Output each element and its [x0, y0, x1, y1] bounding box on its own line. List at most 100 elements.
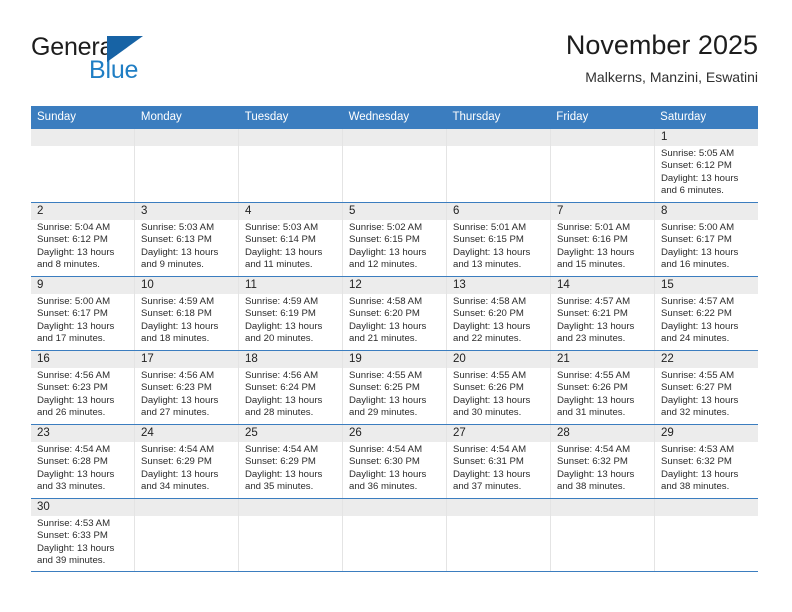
calendar-day-cell[interactable]: 4 Sunrise: 5:03 AM Sunset: 6:14 PM Daylight… — [239, 203, 343, 276]
calendar-day-cell[interactable]: 30 Sunrise: 4:53 AM Sunset: 6:33 PM Dayligh… — [31, 499, 135, 571]
day-detail-line: Daylight: 13 hours — [37, 468, 115, 480]
calendar-day-cell[interactable]: 11 Sunrise: 4:59 AM Sunset: 6:19 PM Dayligh… — [239, 277, 343, 350]
calendar-day-cell[interactable]: 2 Sunrise: 5:04 AM Sunset: 6:12 PM Daylight… — [31, 203, 135, 276]
day-details: Sunrise: 4:55 AM Sunset: 6:25 PM Daylight:… — [343, 368, 446, 420]
day-detail-line: Sunset: 6:31 PM — [453, 456, 524, 468]
calendar-day-cell[interactable]: 20 Sunrise: 4:55 AM Sunset: 6:26 PM Dayligh… — [447, 351, 551, 424]
day-detail-line: and 26 minutes. — [37, 407, 106, 419]
day-detail-line: Daylight: 13 hours — [37, 542, 115, 554]
day-details — [31, 146, 134, 148]
calendar-day-cell[interactable]: 26 Sunrise: 4:54 AM Sunset: 6:30 PM Dayligh… — [343, 425, 447, 498]
day-details — [343, 146, 446, 148]
day-detail-line: Sunrise: 5:03 AM — [141, 222, 215, 233]
day-number: 14 — [551, 277, 654, 294]
calendar-day-cell[interactable]: 14 Sunrise: 4:57 AM Sunset: 6:21 PM Dayligh… — [551, 277, 655, 350]
day-detail-line: Sunrise: 4:58 AM — [453, 296, 527, 307]
day-detail-line: Daylight: 13 hours — [453, 246, 531, 258]
day-number: 15 — [655, 277, 758, 294]
day-detail-line: Sunset: 6:12 PM — [661, 160, 732, 172]
day-detail-line: Sunset: 6:30 PM — [349, 456, 420, 468]
day-details: Sunrise: 4:57 AM Sunset: 6:22 PM Daylight:… — [655, 294, 758, 346]
calendar-day-cell[interactable]: 7 Sunrise: 5:01 AM Sunset: 6:16 PM Daylight… — [551, 203, 655, 276]
day-details: Sunrise: 4:54 AM Sunset: 6:31 PM Daylight:… — [447, 442, 550, 494]
day-number — [447, 499, 550, 516]
calendar-day-cell[interactable]: 6 Sunrise: 5:01 AM Sunset: 6:15 PM Daylight… — [447, 203, 551, 276]
day-detail-line: Sunset: 6:18 PM — [141, 308, 212, 320]
day-details: Sunrise: 4:53 AM Sunset: 6:33 PM Daylight:… — [31, 516, 134, 568]
day-detail-line: Daylight: 13 hours — [661, 468, 739, 480]
day-detail-line: Sunrise: 4:54 AM — [141, 444, 215, 455]
day-detail-line: Sunset: 6:23 PM — [141, 382, 212, 394]
day-detail-line: and 34 minutes. — [141, 481, 210, 493]
day-details: Sunrise: 4:54 AM Sunset: 6:29 PM Daylight:… — [239, 442, 342, 494]
day-detail-line: Sunrise: 4:56 AM — [141, 370, 215, 381]
day-detail-line: Sunset: 6:14 PM — [245, 234, 316, 246]
calendar-day-cell[interactable]: 27 Sunrise: 4:54 AM Sunset: 6:31 PM Dayligh… — [447, 425, 551, 498]
calendar-day-cell[interactable]: 8 Sunrise: 5:00 AM Sunset: 6:17 PM Daylight… — [655, 203, 758, 276]
day-number — [135, 499, 238, 516]
day-number: 26 — [343, 425, 446, 442]
calendar-day-cell[interactable]: 16 Sunrise: 4:56 AM Sunset: 6:23 PM Dayligh… — [31, 351, 135, 424]
calendar-day-cell-empty — [551, 129, 655, 202]
calendar-page: General Blue November 2025 Malkerns, Man… — [0, 0, 792, 612]
calendar-day-cell-empty — [135, 129, 239, 202]
calendar-day-cell[interactable]: 24 Sunrise: 4:54 AM Sunset: 6:29 PM Dayligh… — [135, 425, 239, 498]
day-detail-line: and 36 minutes. — [349, 481, 418, 493]
day-detail-line: and 24 minutes. — [661, 333, 730, 345]
calendar-day-cell[interactable]: 21 Sunrise: 4:55 AM Sunset: 6:26 PM Dayligh… — [551, 351, 655, 424]
day-detail-line: and 17 minutes. — [37, 333, 106, 345]
calendar-day-cell[interactable]: 10 Sunrise: 4:59 AM Sunset: 6:18 PM Dayligh… — [135, 277, 239, 350]
calendar-week-row: 30 Sunrise: 4:53 AM Sunset: 6:33 PM Dayligh… — [31, 498, 758, 572]
day-detail-line: Sunset: 6:25 PM — [349, 382, 420, 394]
calendar-day-cell[interactable]: 1 Sunrise: 5:05 AM Sunset: 6:12 PM Daylight… — [655, 129, 758, 202]
calendar-day-cell[interactable]: 25 Sunrise: 4:54 AM Sunset: 6:29 PM Dayligh… — [239, 425, 343, 498]
day-detail-line: Daylight: 13 hours — [37, 320, 115, 332]
day-details: Sunrise: 5:01 AM Sunset: 6:16 PM Daylight:… — [551, 220, 654, 272]
day-number: 28 — [551, 425, 654, 442]
day-number: 9 — [31, 277, 134, 294]
general-blue-logo[interactable]: General Blue — [31, 34, 251, 92]
day-details — [343, 516, 446, 518]
calendar-day-cell[interactable]: 12 Sunrise: 4:58 AM Sunset: 6:20 PM Dayligh… — [343, 277, 447, 350]
day-number: 21 — [551, 351, 654, 368]
day-detail-line: Daylight: 13 hours — [349, 394, 427, 406]
calendar-day-cell[interactable]: 28 Sunrise: 4:54 AM Sunset: 6:32 PM Dayligh… — [551, 425, 655, 498]
calendar-day-cell[interactable]: 9 Sunrise: 5:00 AM Sunset: 6:17 PM Daylight… — [31, 277, 135, 350]
page-subtitle: Malkerns, Manzini, Eswatini — [585, 69, 758, 85]
calendar-day-cell[interactable]: 19 Sunrise: 4:55 AM Sunset: 6:25 PM Dayligh… — [343, 351, 447, 424]
day-details — [239, 146, 342, 148]
calendar-day-cell[interactable]: 29 Sunrise: 4:53 AM Sunset: 6:32 PM Dayligh… — [655, 425, 758, 498]
calendar-day-cell[interactable]: 17 Sunrise: 4:56 AM Sunset: 6:23 PM Dayligh… — [135, 351, 239, 424]
day-number — [343, 129, 446, 146]
calendar-day-cell[interactable]: 18 Sunrise: 4:56 AM Sunset: 6:24 PM Dayligh… — [239, 351, 343, 424]
day-detail-line: Sunrise: 4:55 AM — [453, 370, 527, 381]
day-details: Sunrise: 5:00 AM Sunset: 6:17 PM Daylight:… — [31, 294, 134, 346]
day-detail-line: Sunrise: 4:56 AM — [245, 370, 319, 381]
day-number — [239, 129, 342, 146]
calendar-day-cell[interactable]: 15 Sunrise: 4:57 AM Sunset: 6:22 PM Dayligh… — [655, 277, 758, 350]
day-details — [135, 146, 238, 148]
calendar-day-cell[interactable]: 3 Sunrise: 5:03 AM Sunset: 6:13 PM Daylight… — [135, 203, 239, 276]
day-detail-line: Daylight: 13 hours — [37, 394, 115, 406]
calendar-week-row: 1 Sunrise: 5:05 AM Sunset: 6:12 PM Daylight… — [31, 128, 758, 202]
day-number: 1 — [655, 129, 758, 146]
calendar-day-cell[interactable]: 23 Sunrise: 4:54 AM Sunset: 6:28 PM Dayligh… — [31, 425, 135, 498]
day-detail-line: Sunset: 6:15 PM — [349, 234, 420, 246]
calendar-day-cell[interactable]: 5 Sunrise: 5:02 AM Sunset: 6:15 PM Daylight… — [343, 203, 447, 276]
day-detail-line: Sunrise: 4:53 AM — [661, 444, 735, 455]
day-detail-line: and 39 minutes. — [37, 555, 106, 567]
day-detail-line: Daylight: 13 hours — [245, 246, 323, 258]
day-number: 18 — [239, 351, 342, 368]
day-detail-line: Sunrise: 4:54 AM — [557, 444, 631, 455]
calendar-day-cell[interactable]: 13 Sunrise: 4:58 AM Sunset: 6:20 PM Dayligh… — [447, 277, 551, 350]
day-detail-line: and 13 minutes. — [453, 259, 522, 271]
day-detail-line: Daylight: 13 hours — [245, 394, 323, 406]
calendar-day-cell[interactable]: 22 Sunrise: 4:55 AM Sunset: 6:27 PM Dayligh… — [655, 351, 758, 424]
day-detail-line: Daylight: 13 hours — [141, 246, 219, 258]
weekday-header-friday: Friday — [556, 111, 589, 123]
day-detail-line: Sunrise: 5:02 AM — [349, 222, 423, 233]
page-header: General Blue November 2025 Malkerns, Man… — [31, 28, 758, 98]
weekday-header-sunday: Sunday — [37, 111, 77, 123]
day-detail-line: Sunrise: 4:54 AM — [245, 444, 319, 455]
day-detail-line: Daylight: 13 hours — [453, 468, 531, 480]
